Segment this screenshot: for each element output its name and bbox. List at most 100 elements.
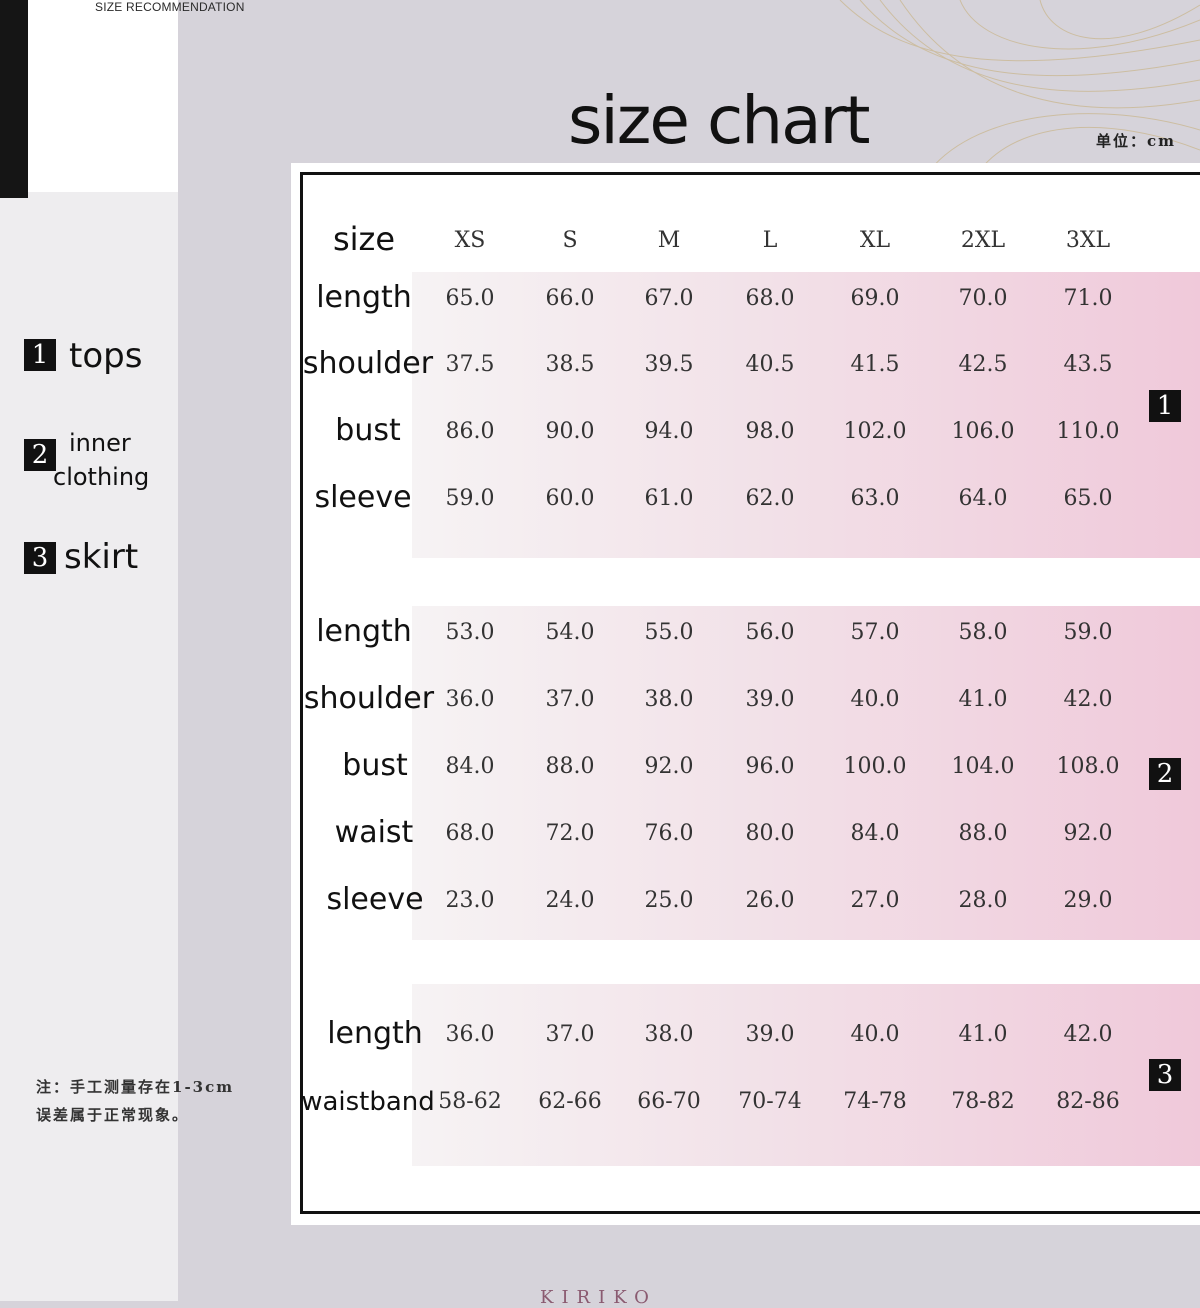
table-cell: 62.0: [745, 486, 795, 511]
table-cell: 42.0: [1063, 1022, 1113, 1047]
table-cell: 37.5: [445, 352, 495, 377]
table-cell: 92.0: [1063, 821, 1113, 846]
table-cell: 42.5: [958, 352, 1008, 377]
table-cell: 84.0: [850, 821, 900, 846]
row-label-length: length: [316, 614, 412, 649]
size-header-l: L: [762, 228, 778, 253]
table-cell: 65.0: [445, 286, 495, 311]
row-label-shoulder: shoulder: [302, 346, 434, 381]
legend-label-inner-line2: clothing: [53, 463, 150, 491]
table-cell: 40.0: [850, 1022, 900, 1047]
table-cell: 88.0: [958, 821, 1008, 846]
table-cell: 58-62: [438, 1089, 502, 1114]
table-cell: 62-66: [538, 1089, 602, 1114]
note-line-2: 误差属于正常现象。: [36, 1106, 190, 1124]
table-cell: 100.0: [843, 754, 907, 779]
table-cell: 74-78: [843, 1089, 907, 1114]
table-cell: 108.0: [1056, 754, 1120, 779]
table-cell: 94.0: [644, 419, 694, 444]
table-cell: 67.0: [644, 286, 694, 311]
table-cell: 36.0: [445, 687, 495, 712]
table-cell: 36.0: [445, 1022, 495, 1047]
table-cell: 70-74: [738, 1089, 802, 1114]
size-header-3xl: 3XL: [1065, 228, 1111, 253]
table-cell: 39.0: [745, 1022, 795, 1047]
left-accent-strip: [0, 0, 28, 198]
table-cell: 37.0: [545, 1022, 595, 1047]
table-cell: 39.5: [644, 352, 694, 377]
table-cell: 53.0: [445, 620, 495, 645]
size-header-xs: XS: [454, 228, 486, 253]
group-badge-1: 1: [1149, 390, 1181, 422]
table-cell: 41.5: [850, 352, 900, 377]
table-cell: 68.0: [445, 821, 495, 846]
legend-label-inner-line1: inner: [69, 429, 131, 457]
row-label-waist: waist: [334, 815, 414, 850]
table-cell: 58.0: [958, 620, 1008, 645]
size-header-2xl: 2XL: [960, 228, 1006, 253]
table-cell: 43.5: [1063, 352, 1113, 377]
group-badge-3: 3: [1149, 1059, 1181, 1091]
table-cell: 39.0: [745, 687, 795, 712]
table-cell: 72.0: [545, 821, 595, 846]
table-cell: 68.0: [745, 286, 795, 311]
table-cell: 25.0: [644, 888, 694, 913]
table-cell: 76.0: [644, 821, 694, 846]
table-cell: 86.0: [445, 419, 495, 444]
size-header-s: S: [562, 228, 578, 253]
table-cell: 102.0: [843, 419, 907, 444]
table-cell: 82-86: [1056, 1089, 1120, 1114]
table-cell: 66-70: [637, 1089, 701, 1114]
table-cell: 55.0: [644, 620, 694, 645]
table-cell: 24.0: [545, 888, 595, 913]
table-cell: 37.0: [545, 687, 595, 712]
table-cell: 70.0: [958, 286, 1008, 311]
brand-logo-text: KIRIKO: [540, 1287, 657, 1308]
table-cell: 57.0: [850, 620, 900, 645]
table-cell: 56.0: [745, 620, 795, 645]
table-cell: 63.0: [850, 486, 900, 511]
header-caption: SIZE RECOMMENDATION: [95, 0, 245, 14]
row-label-sleeve: sleeve: [314, 480, 412, 515]
table-cell: 84.0: [445, 754, 495, 779]
table-cell: 98.0: [745, 419, 795, 444]
row-label-shoulder: shoulder: [303, 681, 435, 716]
table-cell: 27.0: [850, 888, 900, 913]
size-header-xl: XL: [859, 228, 891, 253]
table-cell: 64.0: [958, 486, 1008, 511]
table-cell: 38.0: [644, 1022, 694, 1047]
row-label-sleeve: sleeve: [326, 882, 424, 917]
table-cell: 92.0: [644, 754, 694, 779]
table-cell: 69.0: [850, 286, 900, 311]
table-cell: 29.0: [1063, 888, 1113, 913]
measurement-note: 注：手工测量存在1-3cm 误差属于正常现象。: [36, 1073, 234, 1129]
unit-label: 单位：cm: [1096, 132, 1177, 150]
table-cell: 41.0: [958, 1022, 1008, 1047]
left-header-panel: [28, 0, 178, 192]
table-cell: 61.0: [644, 486, 694, 511]
table-cell: 60.0: [545, 486, 595, 511]
table-cell: 96.0: [745, 754, 795, 779]
table-cell: 26.0: [745, 888, 795, 913]
legend-badge-1: 1: [24, 339, 56, 371]
table-cell: 80.0: [745, 821, 795, 846]
size-header-m: M: [657, 228, 681, 253]
legend-label-skirt: skirt: [64, 537, 139, 577]
table-cell: 54.0: [545, 620, 595, 645]
table-cell: 106.0: [951, 419, 1015, 444]
legend-badge-3: 3: [24, 542, 56, 574]
table-cell: 104.0: [951, 754, 1015, 779]
table-cell: 66.0: [545, 286, 595, 311]
table-cell: 38.5: [545, 352, 595, 377]
table-cell: 78-82: [951, 1089, 1015, 1114]
row-label-waistband: waistband: [301, 1087, 435, 1117]
table-cell: 28.0: [958, 888, 1008, 913]
legend-label-tops: tops: [69, 336, 143, 376]
table-cell: 59.0: [1063, 620, 1113, 645]
row-label-bust: bust: [335, 413, 401, 448]
row-label-length: length: [316, 280, 412, 315]
table-cell: 65.0: [1063, 486, 1113, 511]
table-cell: 59.0: [445, 486, 495, 511]
table-cell: 42.0: [1063, 687, 1113, 712]
table-cell: 40.5: [745, 352, 795, 377]
